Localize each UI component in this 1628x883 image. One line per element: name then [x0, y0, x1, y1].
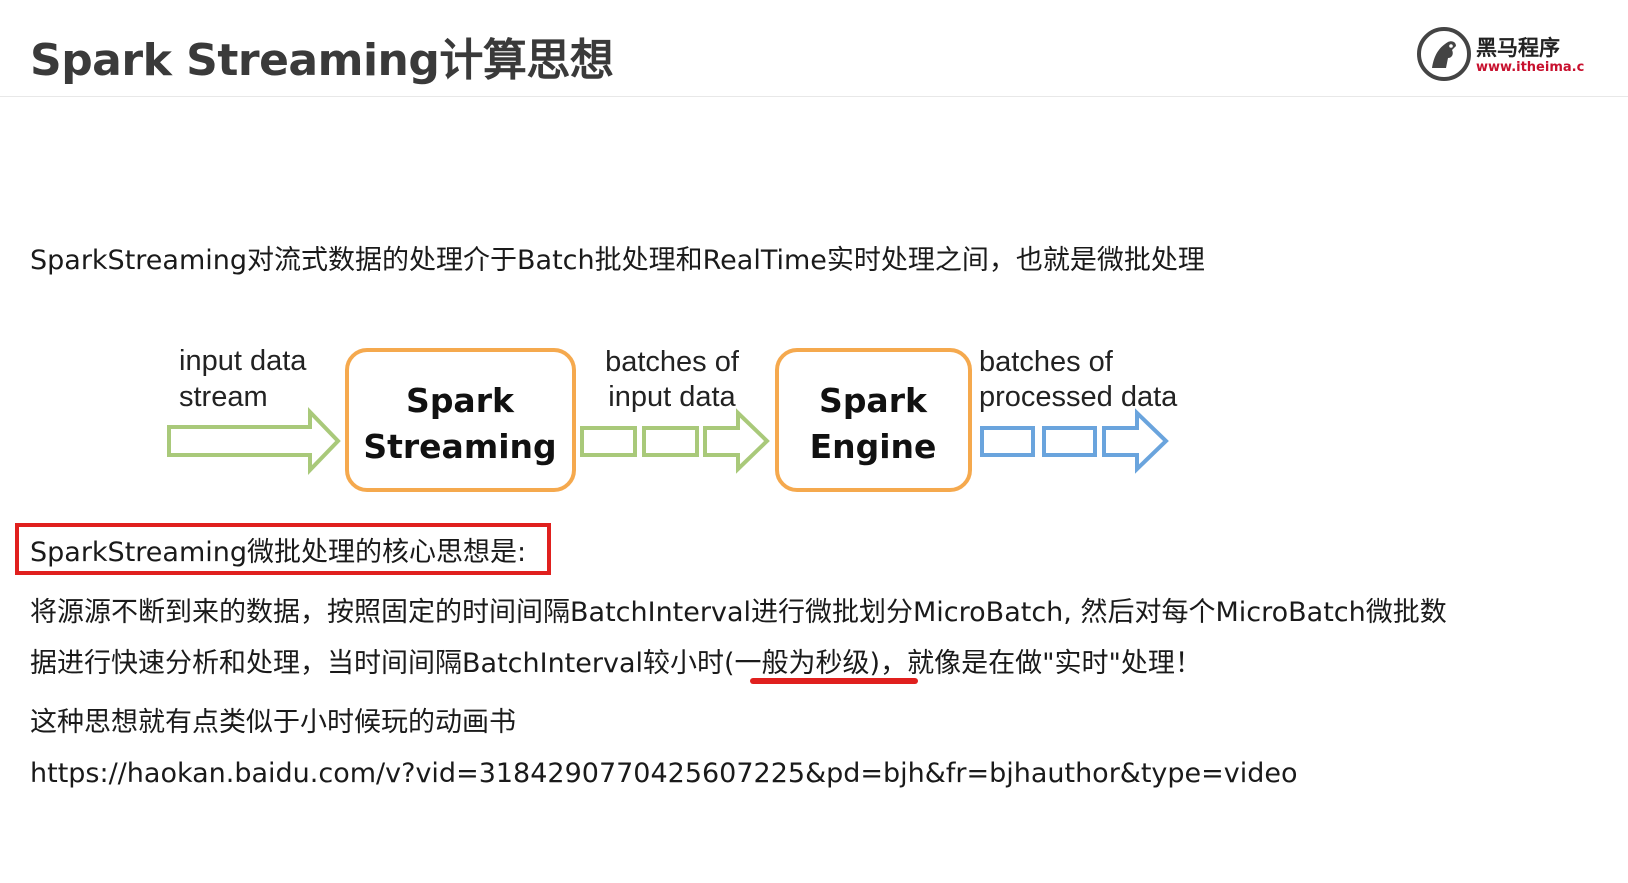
video-link[interactable]: https://haokan.baidu.com/v?vid=318429077…: [30, 758, 1298, 789]
output-batch-arrow: [1102, 408, 1169, 474]
page-title: Spark Streaming计算思想: [30, 35, 614, 86]
batches-input-label-line2: input data: [608, 381, 736, 413]
spark-streaming-label-line2: Streaming: [363, 427, 556, 466]
horse-head-icon: [1417, 27, 1471, 81]
input-batch-arrow: [703, 408, 770, 474]
output-batch-2: [1042, 426, 1097, 457]
input-batch-2: [642, 426, 699, 457]
core-idea-paragraph-line1: 将源源不断到来的数据，按照固定的时间间隔BatchInterval进行微批划分M…: [30, 597, 1447, 628]
spark-streaming-diagram: input data stream Spark Streaming batche…: [167, 345, 1178, 492]
spark-engine-label-line1: Spark: [819, 381, 928, 420]
input-stream-label-line1: input data: [179, 345, 307, 377]
batches-input-label-line1: batches of: [605, 346, 740, 378]
spark-streaming-box: [345, 348, 576, 492]
brand-url: www.itheima.c: [1476, 60, 1585, 75]
core-idea-heading: SparkStreaming微批处理的核心思想是:: [30, 537, 527, 568]
output-batch-1: [980, 426, 1035, 457]
spark-streaming-label-line1: Spark: [406, 381, 515, 420]
brand-logo: 黑马程序 www.itheima.c: [1416, 26, 1628, 82]
spark-engine-box: [775, 348, 972, 492]
brand-name: 黑马程序: [1476, 36, 1560, 60]
intro-text: SparkStreaming对流式数据的处理介于Batch批处理和RealTim…: [30, 245, 1205, 276]
seconds-underline-highlight: [750, 678, 918, 684]
slide-header: Spark Streaming计算思想 黑马程序 www.itheima.c: [0, 0, 1628, 97]
input-stream-label-line2: stream: [179, 381, 268, 413]
input-stream-arrow: [167, 407, 341, 475]
batches-output-label-line1: batches of: [979, 346, 1114, 378]
input-batch-1: [580, 426, 637, 457]
spark-engine-label-line2: Engine: [810, 427, 937, 466]
batches-output-label-line2: processed data: [979, 381, 1178, 413]
core-idea-paragraph-line2: 据进行快速分析和处理，当时间间隔BatchInterval较小时(一般为秒级)，…: [30, 648, 1202, 679]
flipbook-analogy-text: 这种思想就有点类似于小时候玩的动画书: [30, 707, 516, 738]
